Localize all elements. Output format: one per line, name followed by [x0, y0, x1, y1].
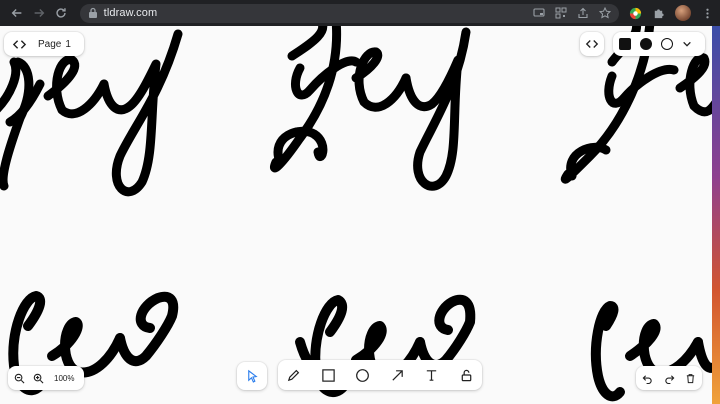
menu-button[interactable]	[8, 32, 30, 56]
chevron-down-icon[interactable]	[682, 39, 692, 49]
cursor-arrow-icon	[247, 369, 258, 383]
reload-icon	[56, 8, 66, 18]
handwriting-hey-center	[270, 26, 471, 191]
kebab-icon[interactable]	[701, 7, 714, 20]
rectangle-icon	[321, 368, 335, 382]
style-fill-dot[interactable]	[640, 38, 652, 50]
actions-panel	[636, 366, 702, 390]
back-icon	[11, 9, 22, 17]
code-brackets-icon	[585, 40, 599, 48]
zoom-in-icon[interactable]	[33, 373, 44, 384]
url-text: tldraw.com	[103, 7, 158, 19]
text-icon	[427, 369, 437, 381]
address-bar[interactable]: tldraw.com	[79, 3, 619, 23]
tools-panel	[278, 360, 482, 390]
lock-icon	[88, 7, 97, 18]
share-icon[interactable]	[577, 7, 589, 19]
style-color-square[interactable]	[619, 38, 631, 50]
reload-button[interactable]	[50, 2, 72, 24]
back-button[interactable]	[6, 2, 28, 24]
page-number[interactable]: 1	[65, 39, 71, 50]
style-stroke-ring[interactable]	[661, 38, 673, 50]
extension-color-icon[interactable]	[629, 7, 642, 20]
avatar[interactable]	[675, 5, 691, 21]
rectangle-tool[interactable]	[321, 360, 336, 390]
handwriting-hey-left	[0, 29, 183, 197]
forward-icon	[34, 9, 45, 17]
cast-icon[interactable]	[533, 7, 545, 19]
ink-strokes	[0, 26, 712, 402]
pencil-icon	[287, 369, 300, 381]
desktop-edge	[712, 26, 720, 404]
code-brackets-icon	[12, 39, 26, 49]
arrow-tool[interactable]	[390, 360, 405, 390]
browser-toolbar: tldraw.com	[0, 0, 720, 26]
drawing-canvas[interactable]	[0, 26, 712, 404]
pencil-tool[interactable]	[286, 360, 301, 390]
ellipse-tool[interactable]	[355, 360, 370, 390]
zoom-out-icon[interactable]	[14, 373, 25, 384]
puzzle-icon[interactable]	[652, 7, 665, 20]
page-label[interactable]: Page	[38, 39, 61, 50]
forward-button[interactable]	[28, 2, 50, 24]
zoom-level[interactable]: 100%	[54, 374, 74, 383]
ellipse-icon	[356, 368, 370, 382]
menu-panel: Page 1	[4, 32, 84, 56]
select-tool[interactable]	[237, 362, 267, 390]
redo-icon[interactable]	[664, 373, 675, 384]
zoom-panel: 100%	[8, 366, 84, 390]
unlocked-icon	[461, 369, 472, 381]
lock-tool[interactable]	[459, 360, 474, 390]
star-icon[interactable]	[599, 7, 611, 19]
code-panel-button[interactable]	[580, 32, 604, 56]
trash-icon[interactable]	[685, 373, 696, 384]
arrow-icon	[392, 369, 403, 381]
qr-icon[interactable]	[555, 7, 567, 19]
undo-icon[interactable]	[642, 373, 653, 384]
text-tool[interactable]	[424, 360, 439, 390]
style-panel	[613, 32, 705, 56]
